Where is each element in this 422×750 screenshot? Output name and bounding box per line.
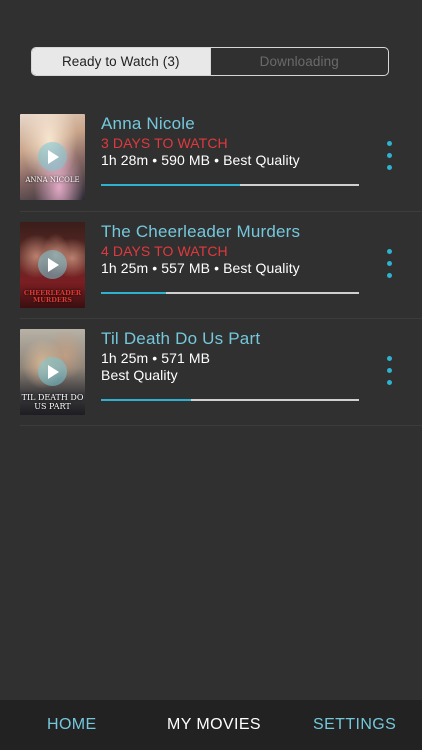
more-vertical-icon[interactable]: [387, 249, 393, 279]
movie-meta-quality: Best Quality: [101, 367, 178, 383]
movie-list-item[interactable]: CHEERLEADER MURDERS The Cheerleader Murd…: [20, 212, 422, 319]
movie-poster[interactable]: ANNA NICOLE: [20, 114, 85, 200]
poster-title-text: ANNA NICOLE: [25, 176, 80, 184]
play-icon[interactable]: [38, 142, 67, 171]
progress-fill: [101, 399, 192, 401]
play-icon[interactable]: [38, 357, 67, 386]
progress-bar: [101, 184, 359, 186]
movie-poster[interactable]: CHEERLEADER MURDERS: [20, 222, 85, 308]
movie-meta: 1h 28m • 590 MB • Best Quality: [101, 152, 300, 168]
movie-meta: 1h 25m • 557 MB • Best Quality: [101, 260, 300, 276]
expiry-label: 3 DAYS TO WATCH: [101, 135, 228, 151]
expiry-label: 4 DAYS TO WATCH: [101, 243, 228, 259]
movie-poster[interactable]: TIL DEATH DO US PART: [20, 329, 85, 415]
movie-list-item[interactable]: TIL DEATH DO US PART Til Death Do Us Par…: [20, 319, 422, 426]
movie-title: The Cheerleader Murders: [101, 222, 301, 241]
progress-bar: [101, 399, 359, 401]
play-icon[interactable]: [38, 250, 67, 279]
tab-settings[interactable]: SETTINGS: [313, 716, 396, 734]
movie-meta: 1h 25m • 571 MB: [101, 350, 211, 366]
poster-title-text: CHEERLEADER MURDERS: [23, 289, 82, 304]
tab-my-movies[interactable]: MY MOVIES: [167, 716, 261, 734]
watch-segmented-control: Ready to Watch (3) Downloading: [31, 47, 389, 76]
progress-bar: [101, 292, 359, 294]
movie-title: Anna Nicole: [101, 114, 195, 133]
segment-ready-to-watch[interactable]: Ready to Watch (3): [32, 48, 210, 75]
movie-title: Til Death Do Us Part: [101, 329, 261, 348]
tab-home[interactable]: HOME: [47, 716, 97, 734]
more-vertical-icon[interactable]: [387, 141, 393, 171]
movie-list: ANNA NICOLE Anna Nicole 3 DAYS TO WATCH …: [0, 104, 422, 426]
more-vertical-icon[interactable]: [387, 356, 393, 386]
poster-title-text: TIL DEATH DO US PART: [21, 393, 84, 411]
bottom-tab-bar: HOME MY MOVIES SETTINGS: [0, 700, 422, 750]
progress-fill: [101, 184, 241, 186]
movie-list-item[interactable]: ANNA NICOLE Anna Nicole 3 DAYS TO WATCH …: [20, 104, 422, 212]
progress-fill: [101, 292, 166, 294]
segment-downloading[interactable]: Downloading: [209, 48, 389, 75]
